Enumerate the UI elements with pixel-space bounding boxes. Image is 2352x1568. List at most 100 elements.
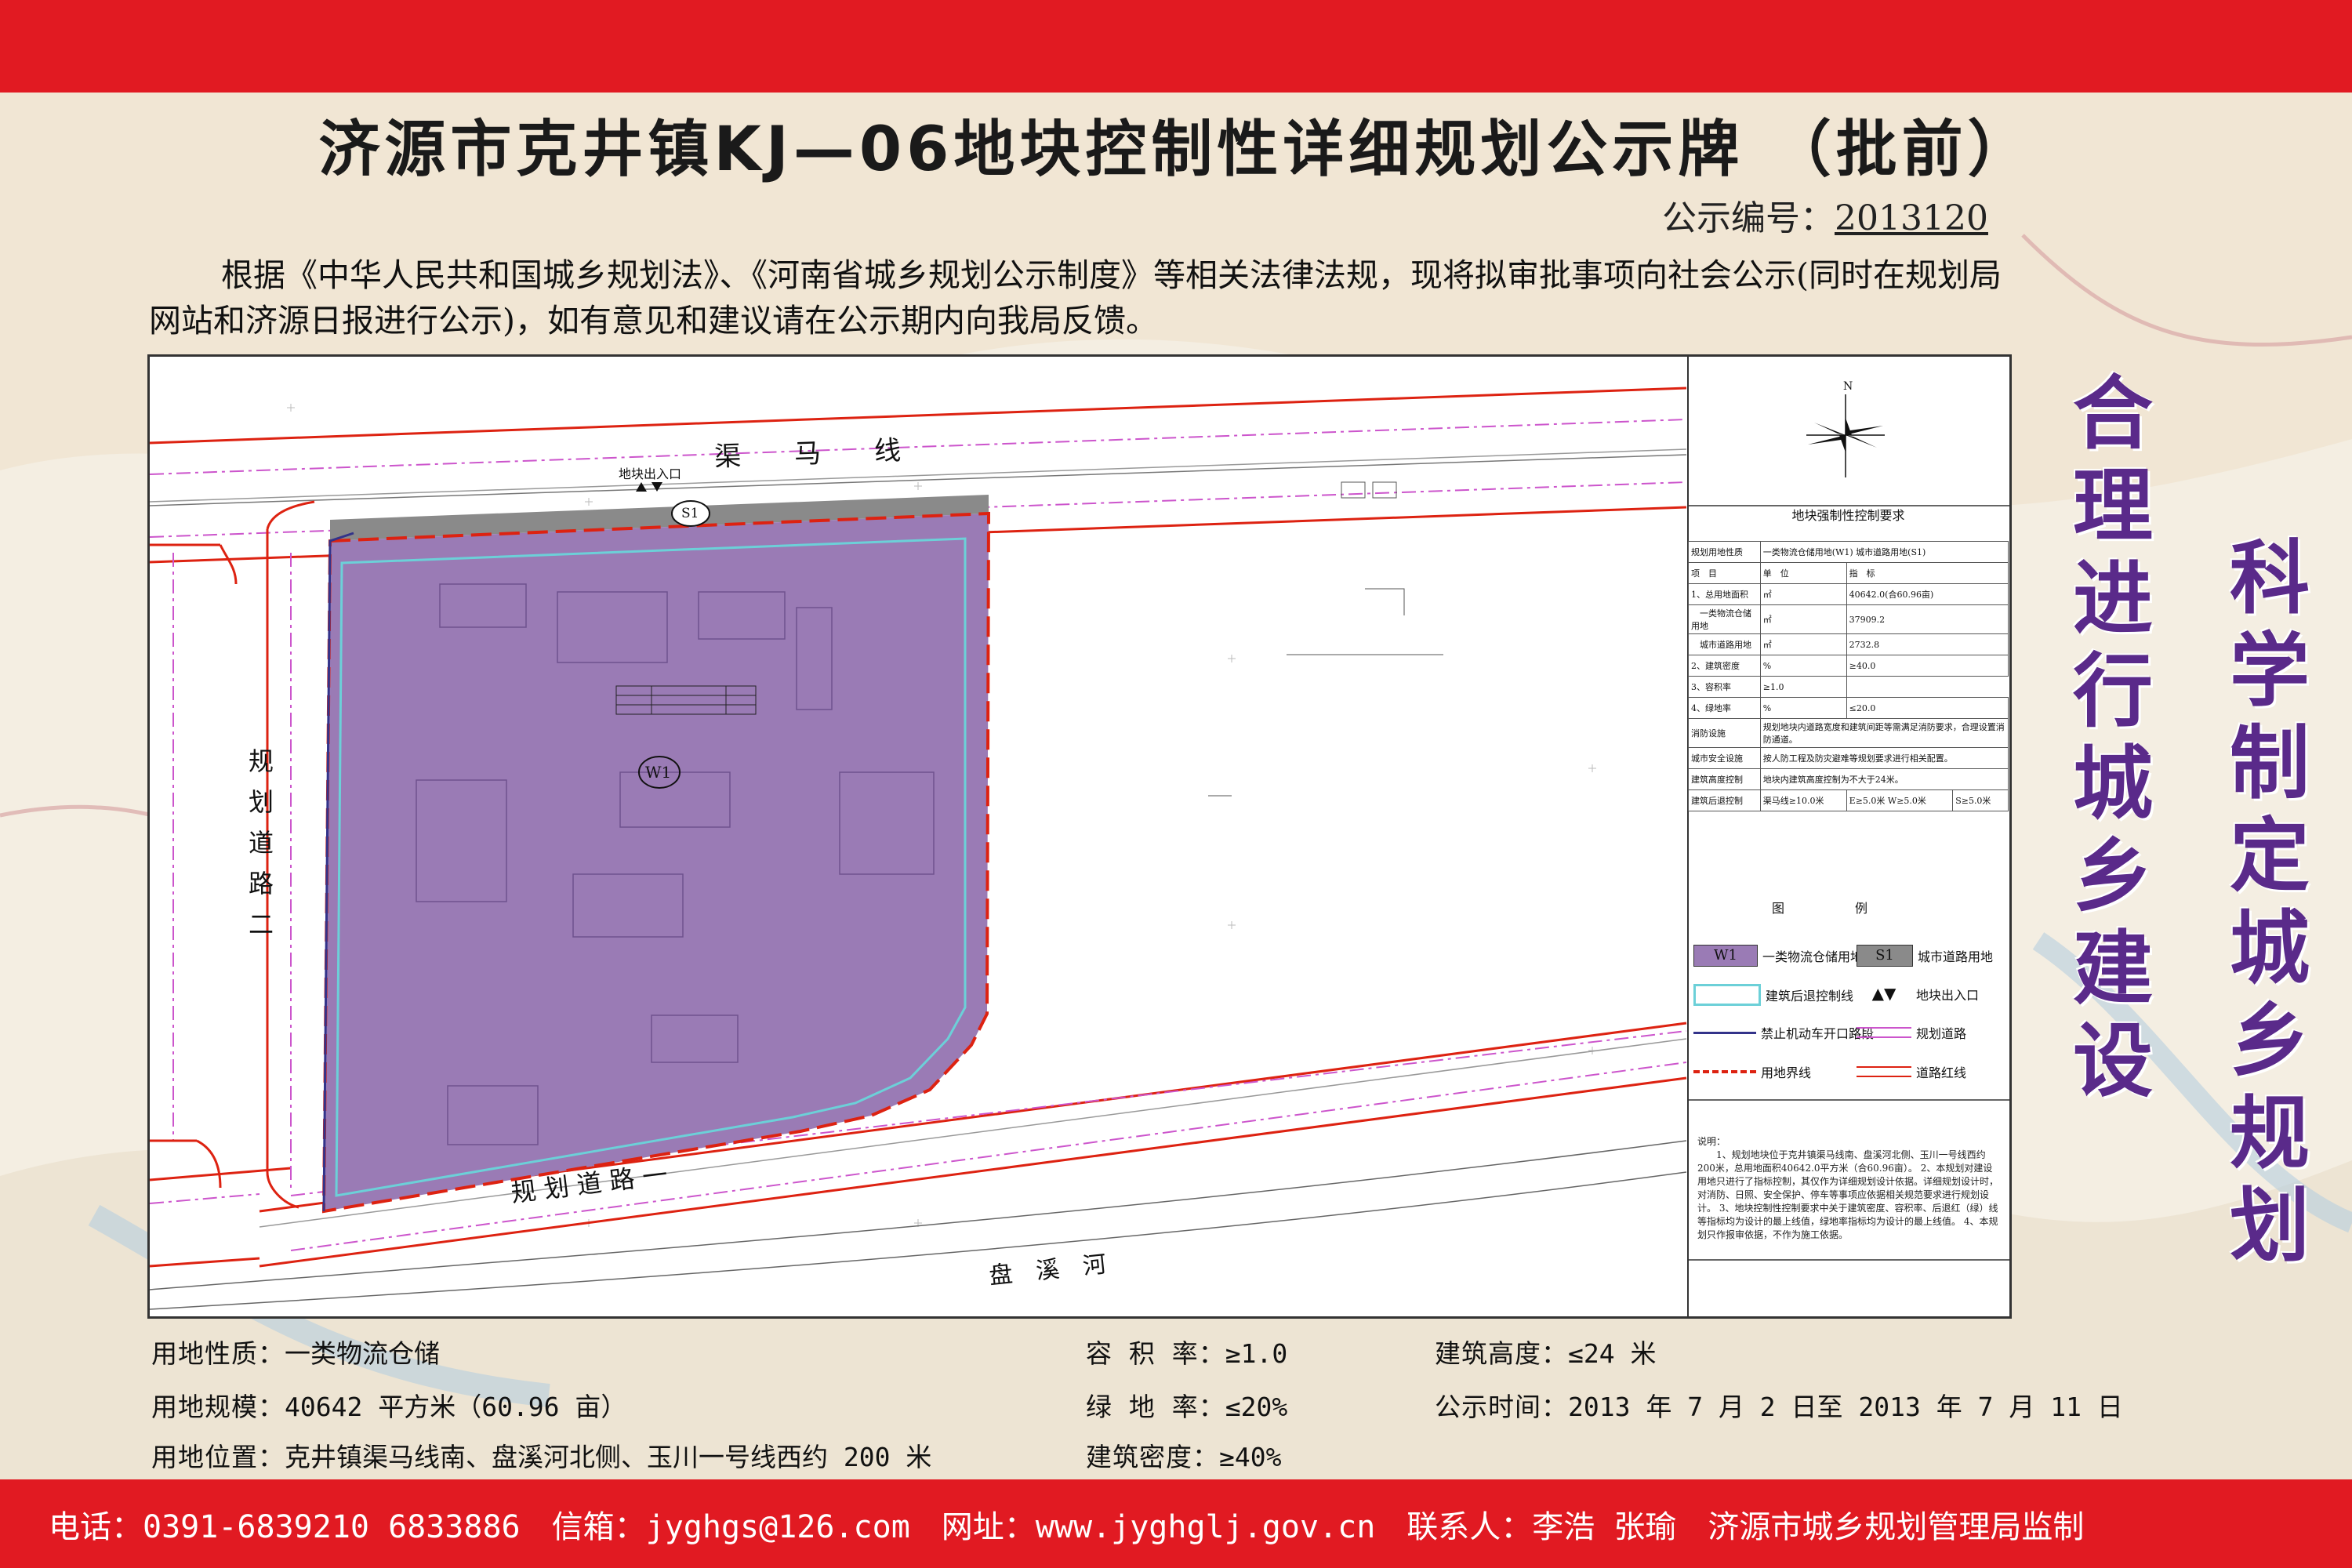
control-table-row: 1、总用地面积㎡ 40642.0(合60.96亩) [1688,583,2009,605]
control-table-cell: % [1759,697,1847,719]
notice-number-value: 2013120 [1835,198,1988,238]
control-requirements-title: 地块强制性控制要求 [1791,508,1905,523]
footer-phone: 电话：0391-6839210 6833886 [49,1508,521,1545]
info-green-value: ≤20% [1225,1392,1288,1422]
notes: 说明： 1、规划地块位于克井镇渠马线南、盘溪河北侧、玉川一号线西约200米，总用… [1697,1135,1999,1242]
control-table-cell: % [1759,655,1847,677]
north-arrow [1806,394,1885,477]
control-table-cell: 渠马线≥10.0米 [1759,789,1847,811]
info-time-value: 2013 年 7 月 2 日至 2013 年 7 月 11 日 [1568,1392,2123,1422]
footer-org: 济源市城乡规划管理局监制 [1708,1508,2085,1545]
control-table-cell: ≤20.0 [1846,697,2009,719]
legend-swatch-w1: W1 [1693,945,1758,967]
legend-item-planned-road: 规划道路 [1857,1023,1966,1042]
parcel-w1 [321,511,991,1214]
notes-title: 说明： [1697,1136,1726,1147]
legend-label-entrance: 地块出入口 [1916,988,1980,1003]
road-label-planned-road-2: 规划道路二 [249,741,280,945]
legend-swatch-setback [1693,984,1761,1006]
legend-label-setback: 建筑后退控制线 [1766,989,1854,1004]
info-far: 容 积 率：≥1.0 [1086,1333,1287,1370]
info-green-label: 绿 地 率： [1086,1392,1225,1422]
legend-label-red-line: 道路红线 [1916,1065,1967,1080]
info-height-label: 建筑高度： [1435,1338,1568,1369]
control-table-cell: 1、总用地面积 [1688,583,1761,605]
slogan-left: 合理进行城乡建设 [2073,368,2153,1109]
control-table-cell: ㎡ [1759,633,1847,655]
control-table-cell: S≥5.0米 [1952,789,2009,811]
info-use-label: 用地性质： [151,1338,285,1369]
legend-swatch-red-line [1857,1066,1911,1077]
entrance-label: 地块出入口 [619,466,682,481]
control-table-cell: 地块内建筑高度控制为不大于24米。 [1759,768,2009,790]
control-table-cell: 一类物流仓储用地 [1688,604,1761,634]
footer-website: 网址：www.jyghglj.gov.cn [941,1508,1376,1545]
info-density: 建筑密度：≥40% [1086,1436,1281,1474]
legend-label-planned-road: 规划道路 [1916,1026,1967,1041]
control-table-cell: 建筑后退控制 [1688,789,1761,811]
info-time: 公示时间：2013 年 7 月 2 日至 2013 年 7 月 11 日 [1435,1386,2123,1424]
legend-item-setback: 建筑后退控制线 [1693,984,1853,1006]
control-table-cell: 单 位 [1759,562,1847,584]
legend-label-s1: 城市道路用地 [1918,949,1994,964]
legend-item-w1: W1 一类物流仓储用地 [1693,945,1863,967]
control-table-cell: ㎡ [1759,604,1847,634]
control-table-cell: 37909.2 [1846,604,2009,634]
control-table-row: 城市道路用地㎡ 2732.8 [1688,633,2009,655]
info-location-label: 用地位置： [151,1442,285,1472]
control-table-cell: 2732.8 [1846,633,2009,655]
info-height-value: ≤24 米 [1568,1338,1657,1369]
footer-contact: 联系人：李浩 张瑜 [1406,1508,1677,1545]
control-table-cell: 城市安全设施 [1688,747,1761,769]
control-table-cell: 3、容积率 [1688,676,1761,698]
legend-swatch-boundary [1693,1070,1756,1073]
info-scale-label: 用地规模： [151,1392,285,1422]
control-table-row: 建筑高度控制 地块内建筑高度控制为不大于24米。 [1688,768,2009,790]
legend-item-boundary: 用地界线 [1693,1062,1811,1081]
control-table-cell: ㎡ [1759,583,1847,605]
north-label: N [1843,380,1853,393]
footer-email: 信箱：jyghgs@126.com [551,1508,910,1545]
legend-label-w1: 一类物流仓储用地 [1762,949,1864,964]
control-table-cell: 城市道路用地 [1688,633,1761,655]
control-table-cell: 规划用地性质 [1688,541,1761,563]
intro-paragraph: 根据《中华人民共和国城乡规划法》、《河南省城乡规划公示制度》等相关法律法规，现将… [149,256,2002,339]
control-table-cell: ≥40.0 [1846,655,2009,677]
info-green: 绿 地 率：≤20% [1086,1386,1287,1424]
control-table-row: 4、绿地率% ≤20.0 [1688,697,2009,719]
page-title: 济源市克井镇KJ—06地块控制性详细规划公示牌 （批前） [318,114,2034,185]
legend-swatch-no-open [1693,1031,1756,1034]
entrance-arrows-icon: ▲▼ [1871,984,1896,1003]
info-far-value: ≥1.0 [1225,1338,1288,1369]
notice-number: 公示编号：2013120 [1662,190,1988,240]
info-location-value: 克井镇渠马线南、盘溪河北侧、玉川一号线西约 200 米 [285,1442,932,1472]
top-red-banner [0,0,2352,93]
info-use: 用地性质：一类物流仓储 [151,1333,440,1370]
info-scale-value: 40642 平方米（60.96 亩） [285,1392,627,1422]
control-table-row: 消防设施 规划地块内道路宽度和建筑间距等需满足消防要求，合理设置消防通道。 [1688,718,2009,748]
control-table-row: 规划用地性质 一类物流仓储用地(W1) 城市道路用地(S1) [1688,541,2009,563]
control-table-row: 一类物流仓储用地㎡ 37909.2 [1688,604,2009,634]
info-density-label: 建筑密度： [1086,1442,1219,1472]
notice-number-label: 公示编号： [1662,198,1835,238]
control-table-cell: 2、建筑密度 [1688,655,1761,677]
road-label-qumaxian: 渠 马 线 [713,434,902,474]
control-table-cell: E≥5.0米 W≥5.0米 [1846,789,1954,811]
info-height: 建筑高度：≤24 米 [1435,1333,1656,1370]
info-use-value: 一类物流仓储 [285,1338,440,1369]
legend-item-red-line: 道路红线 [1857,1062,1966,1081]
control-table-row: 3、容积率 ≥1.0 [1688,676,2009,698]
info-location: 用地位置：克井镇渠马线南、盘溪河北侧、玉川一号线西约 200 米 [151,1436,931,1474]
legend-label-boundary: 用地界线 [1761,1065,1812,1080]
footer-banner: 电话：0391-6839210 6833886 信箱：jyghgs@126.co… [0,1479,2352,1568]
control-table-cell: ≥1.0 [1759,676,1847,698]
legend-item-no-open: 禁止机动车开口路段 [1693,1023,1874,1042]
road-label-planned-road-2-text: 规划道路二 [249,746,274,939]
control-table-cell: 4、绿地率 [1688,697,1761,719]
parcel-s1-label: S1 [681,506,699,521]
info-density-value: ≥40% [1219,1442,1282,1472]
slogan-right: 科学制定城乡规划 [2230,532,2310,1273]
parcel-w1-label: W1 [645,763,672,782]
control-table-row: 建筑后退控制 渠马线≥10.0米 E≥5.0米 W≥5.0米 S≥5.0米 [1688,789,2009,811]
notes-body: 1、规划地块位于克井镇渠马线南、盘溪河北侧、玉川一号线西约200米，总用地面积4… [1697,1149,1999,1240]
